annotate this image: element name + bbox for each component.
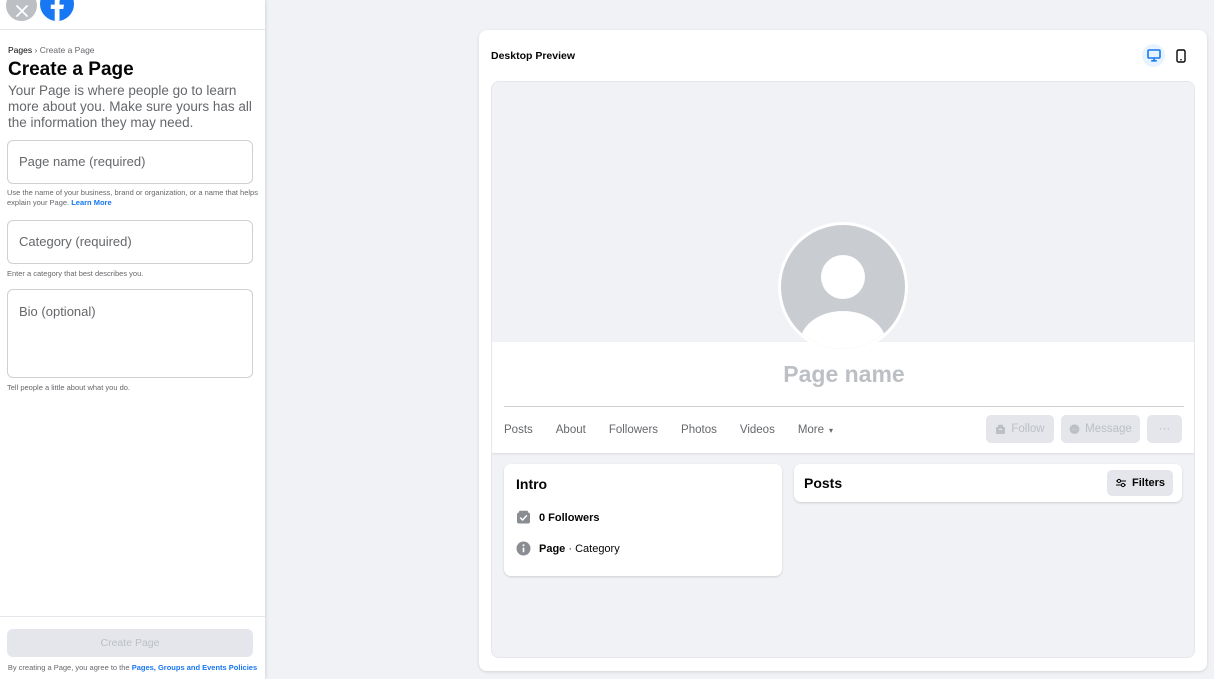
header-divider [504,406,1184,407]
page-name-hint: Use the name of your business, brand or … [7,188,259,208]
filters-button-label: Filters [1131,477,1165,489]
facebook-logo-icon[interactable] [40,0,74,21]
intro-title: Intro [516,476,548,492]
sidebar-footer: Create Page By creating a Page, you agre… [0,616,265,679]
page-type-label: Page [539,542,566,555]
breadcrumb-pages-link[interactable]: Pages [8,45,32,55]
tab-more[interactable]: More ▾ [798,424,833,436]
breadcrumb-current: Create a Page [39,45,95,55]
tab-followers[interactable]: Followers [609,424,658,436]
follow-button[interactable]: Follow [986,415,1054,443]
close-button[interactable] [6,0,37,21]
category-input[interactable]: Category (required) [7,220,253,264]
bio-hint: Tell people a little about what you do. [7,383,130,392]
profile-picture [778,222,908,352]
follow-button-label: Follow [1011,423,1045,435]
breadcrumb-separator: › [34,45,38,55]
messenger-icon [1069,423,1080,434]
chevron-down-icon: ▾ [829,425,834,435]
tab-about[interactable]: About [556,424,586,436]
info-icon [516,541,531,556]
policies-link[interactable]: Pages, Groups and Events Policies [132,663,257,672]
breadcrumb: Pages › Create a Page [8,45,95,55]
mobile-preview-toggle[interactable] [1171,44,1191,67]
bio-textarea[interactable]: Bio (optional) [7,289,253,378]
agreement-text: By creating a Page, you agree to the Pag… [4,663,261,673]
sidebar-topbar [0,0,265,30]
posts-title: Posts [804,475,843,491]
category-hint: Enter a category that best describes you… [7,269,144,278]
page-description: Your Page is where people go to learn mo… [8,83,252,130]
preview-title: Desktop Preview [491,50,576,62]
followers-icon [517,510,530,524]
message-button-label: Message [1085,423,1132,435]
desktop-preview-toggle[interactable] [1142,44,1165,67]
intro-separator: · [565,542,576,555]
intro-followers-row: 0 Followers [516,510,600,525]
filters-icon [1115,478,1126,488]
create-page-sidebar: Pages › Create a Page Create a Page Your… [0,0,265,679]
message-button[interactable]: Message [1061,415,1140,443]
intro-card: Intro 0 Followers Page · Category [504,464,782,576]
create-page-button[interactable]: Create Page [7,629,253,657]
desktop-preview-panel: Desktop Preview Page name Posts About Fo… [479,30,1207,671]
tab-photos[interactable]: Photos [681,424,717,436]
page-preview-canvas: Page name Posts About Followers Photos V… [491,81,1195,658]
tab-more-label: More [797,424,825,436]
page-tabs: Posts About Followers Photos Videos More… [504,416,856,444]
more-options-button[interactable]: ··· [1147,415,1182,443]
close-icon [15,4,28,17]
mobile-icon [1176,48,1186,63]
tab-videos[interactable]: Videos [740,424,775,436]
posts-card: Posts Filters [794,464,1182,502]
category-label: Category [575,542,620,555]
agreement-text-prefix: By creating a Page, you agree to the [7,663,130,672]
default-avatar-icon [800,255,886,349]
page-name-hint-text: Use the name of your business, brand or … [7,188,258,207]
preview-page-name: Page name [783,361,905,387]
followers-count: 0 Followers [539,511,600,524]
tab-posts[interactable]: Posts [504,424,533,436]
filters-button[interactable]: Filters [1107,470,1173,496]
intro-page-category-row: Page · Category [516,541,620,556]
follow-icon [996,424,1006,434]
more-options-icon: ··· [1158,423,1171,435]
page-title: Create a Page [8,59,134,80]
desktop-icon [1146,49,1161,62]
learn-more-link[interactable]: Learn More [71,198,111,207]
page-name-input[interactable]: Page name (required) [7,140,253,184]
